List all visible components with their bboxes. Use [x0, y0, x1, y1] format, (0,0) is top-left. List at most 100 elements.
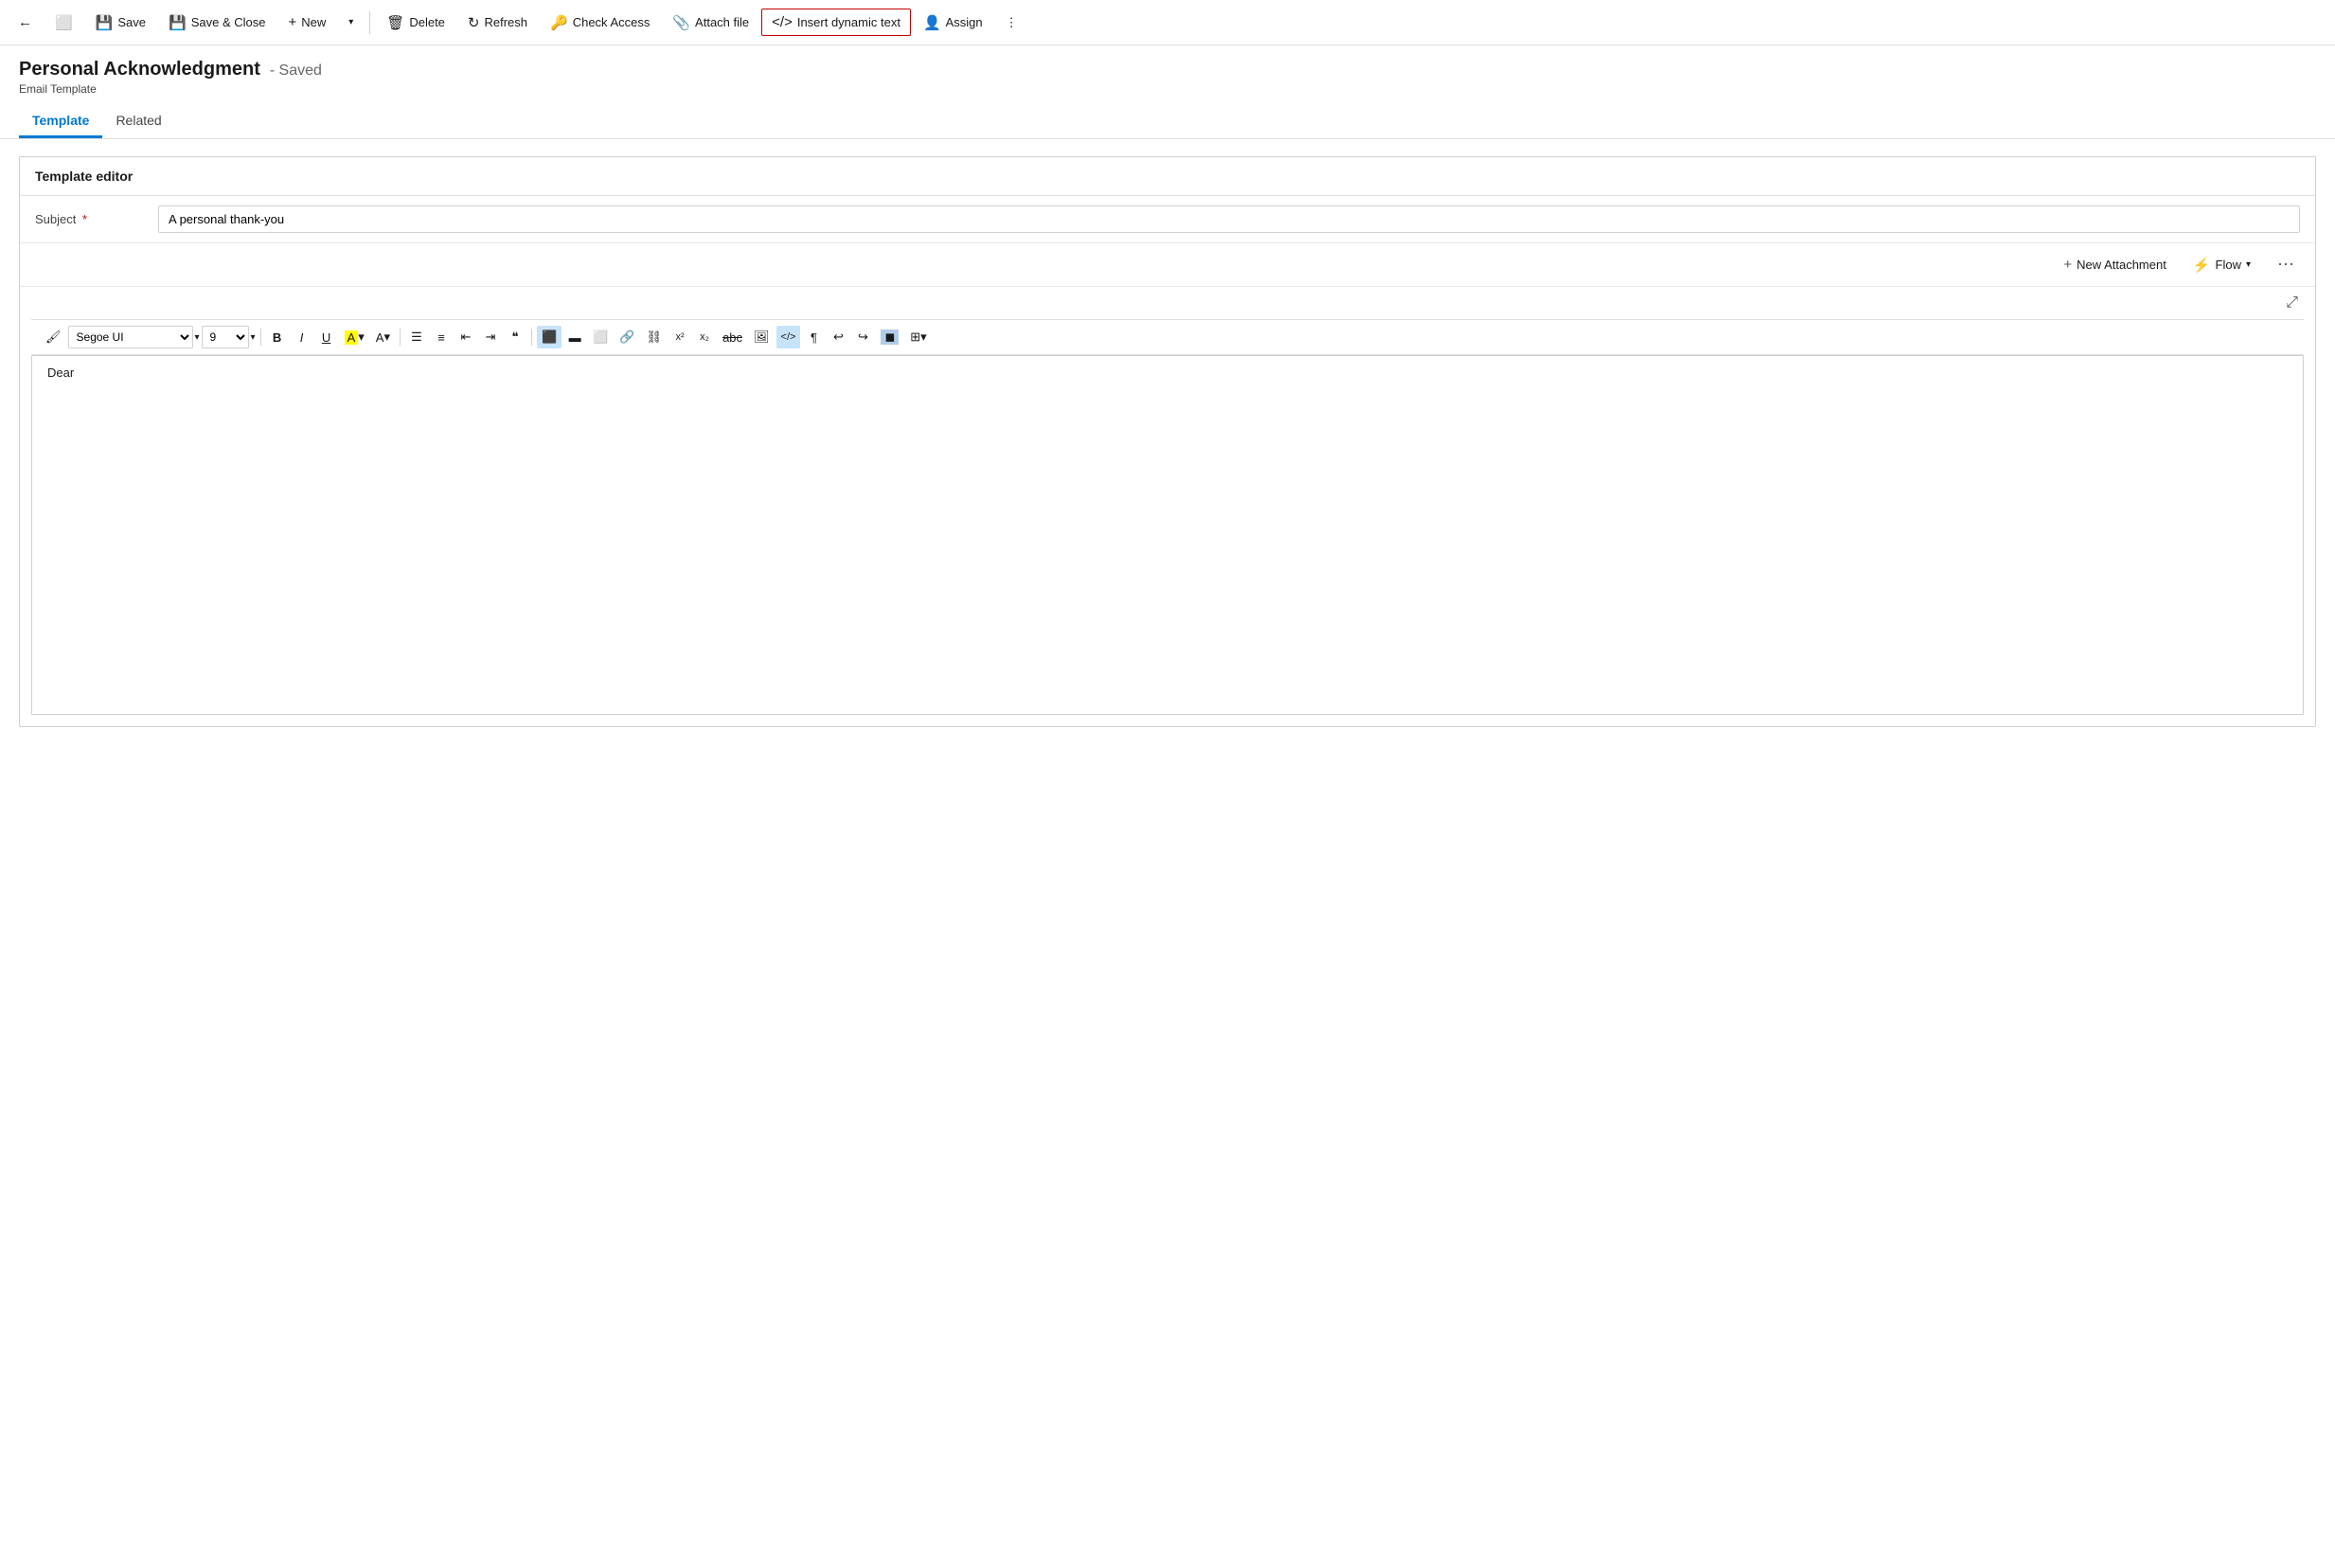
increase-indent-icon: ⇥ [486, 330, 496, 345]
numbered-list-button[interactable]: ≡ [430, 326, 453, 348]
editor-toolbar: 🖌 Segoe UI Arial Times New Roman Calibri… [31, 319, 2304, 355]
saved-indicator: - Saved [270, 62, 322, 79]
font-size-select[interactable]: 8 9 10 11 12 14 [202, 326, 249, 348]
assign-label: Assign [946, 15, 983, 29]
undo-button[interactable]: ↩ [827, 326, 849, 348]
font-chevron-icon: ▾ [195, 332, 200, 343]
insert-image-icon: 🖼 [754, 330, 770, 345]
page-title: Personal Acknowledgment [19, 59, 260, 80]
flow-chevron-icon: ▾ [2246, 259, 2251, 270]
overflow-icon: ⋮ [1006, 15, 1018, 30]
underline-button[interactable]: U [315, 326, 338, 348]
tab-template[interactable]: Template [19, 105, 102, 138]
popout-icon: ⬜ [55, 14, 73, 31]
attach-file-icon: 📎 [672, 14, 690, 31]
attach-file-label: Attach file [695, 15, 749, 29]
align-center-button[interactable]: ▬ [563, 326, 586, 348]
save-label: Save [117, 15, 146, 29]
redo-button[interactable]: ↪ [851, 326, 874, 348]
highlight-icon: A [345, 330, 359, 345]
subject-required-indicator: * [82, 212, 87, 226]
superscript-icon: x² [675, 331, 684, 343]
insert-image-button[interactable]: 🖼 [749, 326, 775, 348]
refresh-button[interactable]: ↻ Refresh [457, 9, 538, 37]
check-access-button[interactable]: 🔑 Check Access [540, 9, 660, 37]
attachment-more-button[interactable]: ⋯ [2272, 251, 2300, 278]
fill-color-icon: ◼ [881, 330, 899, 345]
bold-button[interactable]: B [266, 326, 289, 348]
font-color-icon: A [376, 330, 384, 345]
save-close-label: Save & Close [191, 15, 266, 29]
increase-indent-button[interactable]: ⇥ [479, 326, 502, 348]
subject-input[interactable] [158, 205, 2300, 233]
bullet-list-button[interactable]: ☰ [405, 326, 428, 348]
refresh-icon: ↻ [468, 14, 480, 31]
tab-related[interactable]: Related [102, 105, 174, 138]
save-button[interactable]: 💾 Save [85, 9, 156, 37]
insert-table-button[interactable]: ⊞▾ [905, 326, 931, 348]
delete-icon: 🗑 [386, 14, 404, 31]
insert-dynamic-button[interactable]: </> Insert dynamic text [761, 9, 911, 36]
attach-file-button[interactable]: 📎 Attach file [662, 9, 759, 37]
flow-button[interactable]: ⚡ Flow ▾ [2187, 253, 2256, 277]
subject-row: Subject * [20, 196, 2315, 243]
back-icon: ← [18, 14, 32, 30]
align-right-icon: ⬜ [593, 330, 608, 345]
numbered-list-icon: ≡ [437, 330, 445, 345]
clear-formatting-button[interactable]: 🖌 [41, 326, 66, 348]
redo-icon: ↪ [858, 330, 868, 345]
expand-row: ⤢ [20, 287, 2315, 319]
page-header: Personal Acknowledgment - Saved Email Te… [0, 45, 2335, 96]
highlight-color-button[interactable]: A▾ [340, 326, 369, 348]
save-close-icon: 💾 [169, 14, 187, 31]
remove-link-icon: ⛓ [647, 330, 663, 345]
insert-link-icon: 🔗 [619, 330, 634, 345]
font-color-button[interactable]: A▾ [371, 326, 395, 348]
blockquote-button[interactable]: ❝ [504, 326, 526, 348]
subscript-button[interactable]: x₂ [693, 326, 716, 348]
toolbar-divider-1 [369, 11, 370, 34]
delete-label: Delete [409, 15, 445, 29]
font-family-select[interactable]: Segoe UI Arial Times New Roman Calibri [68, 326, 193, 348]
main-content: Template editor Subject * + New Attachme… [0, 139, 2335, 744]
strikethrough-button[interactable]: abc [718, 326, 747, 348]
show-markup-button[interactable]: </> [776, 326, 801, 348]
assign-button[interactable]: 👤 Assign [913, 9, 993, 37]
blockquote-icon: ❝ [511, 330, 518, 345]
new-label: New [301, 15, 326, 29]
new-more-button[interactable]: ▾ [338, 11, 364, 33]
paragraph-mark-button[interactable]: ¶ [802, 326, 825, 348]
assign-icon: 👤 [923, 14, 941, 31]
paragraph-icon: ¶ [811, 330, 817, 345]
align-right-button[interactable]: ⬜ [588, 326, 613, 348]
flow-icon: ⚡ [2193, 257, 2211, 274]
align-left-icon: ⬛ [542, 330, 557, 345]
insert-table-icon: ⊞ [910, 330, 920, 345]
chevron-down-icon: ▾ [348, 17, 353, 27]
undo-icon: ↩ [833, 330, 844, 345]
page-subtitle: Email Template [19, 82, 2316, 96]
subscript-icon: x₂ [700, 331, 709, 343]
expand-icon: ⤢ [2286, 294, 2298, 311]
expand-button[interactable]: ⤢ [2284, 293, 2300, 313]
show-markup-icon: </> [781, 331, 796, 343]
attachment-row: + New Attachment ⚡ Flow ▾ ⋯ [20, 243, 2315, 287]
new-button[interactable]: + New [277, 9, 336, 36]
superscript-button[interactable]: x² [668, 326, 691, 348]
insert-link-button[interactable]: 🔗 [615, 326, 639, 348]
editor-body[interactable]: Dear [31, 355, 2304, 715]
remove-link-button[interactable]: ⛓ [642, 326, 668, 348]
new-attachment-button[interactable]: + New Attachment [2058, 253, 2171, 276]
decrease-indent-button[interactable]: ⇤ [455, 326, 477, 348]
align-left-button[interactable]: ⬛ [537, 326, 561, 348]
overflow-menu-button[interactable]: ⋮ [995, 9, 1028, 36]
popout-button[interactable]: ⬜ [45, 9, 83, 37]
italic-button[interactable]: I [291, 326, 313, 348]
delete-button[interactable]: 🗑 Delete [376, 9, 455, 37]
save-close-button[interactable]: 💾 Save & Close [158, 9, 276, 37]
template-editor-card: Template editor Subject * + New Attachme… [19, 156, 2316, 727]
align-center-icon: ▬ [569, 330, 581, 345]
back-button[interactable]: ← [8, 9, 43, 36]
fill-color-button[interactable]: ◼ [876, 326, 903, 348]
size-chevron-icon: ▾ [251, 332, 256, 343]
